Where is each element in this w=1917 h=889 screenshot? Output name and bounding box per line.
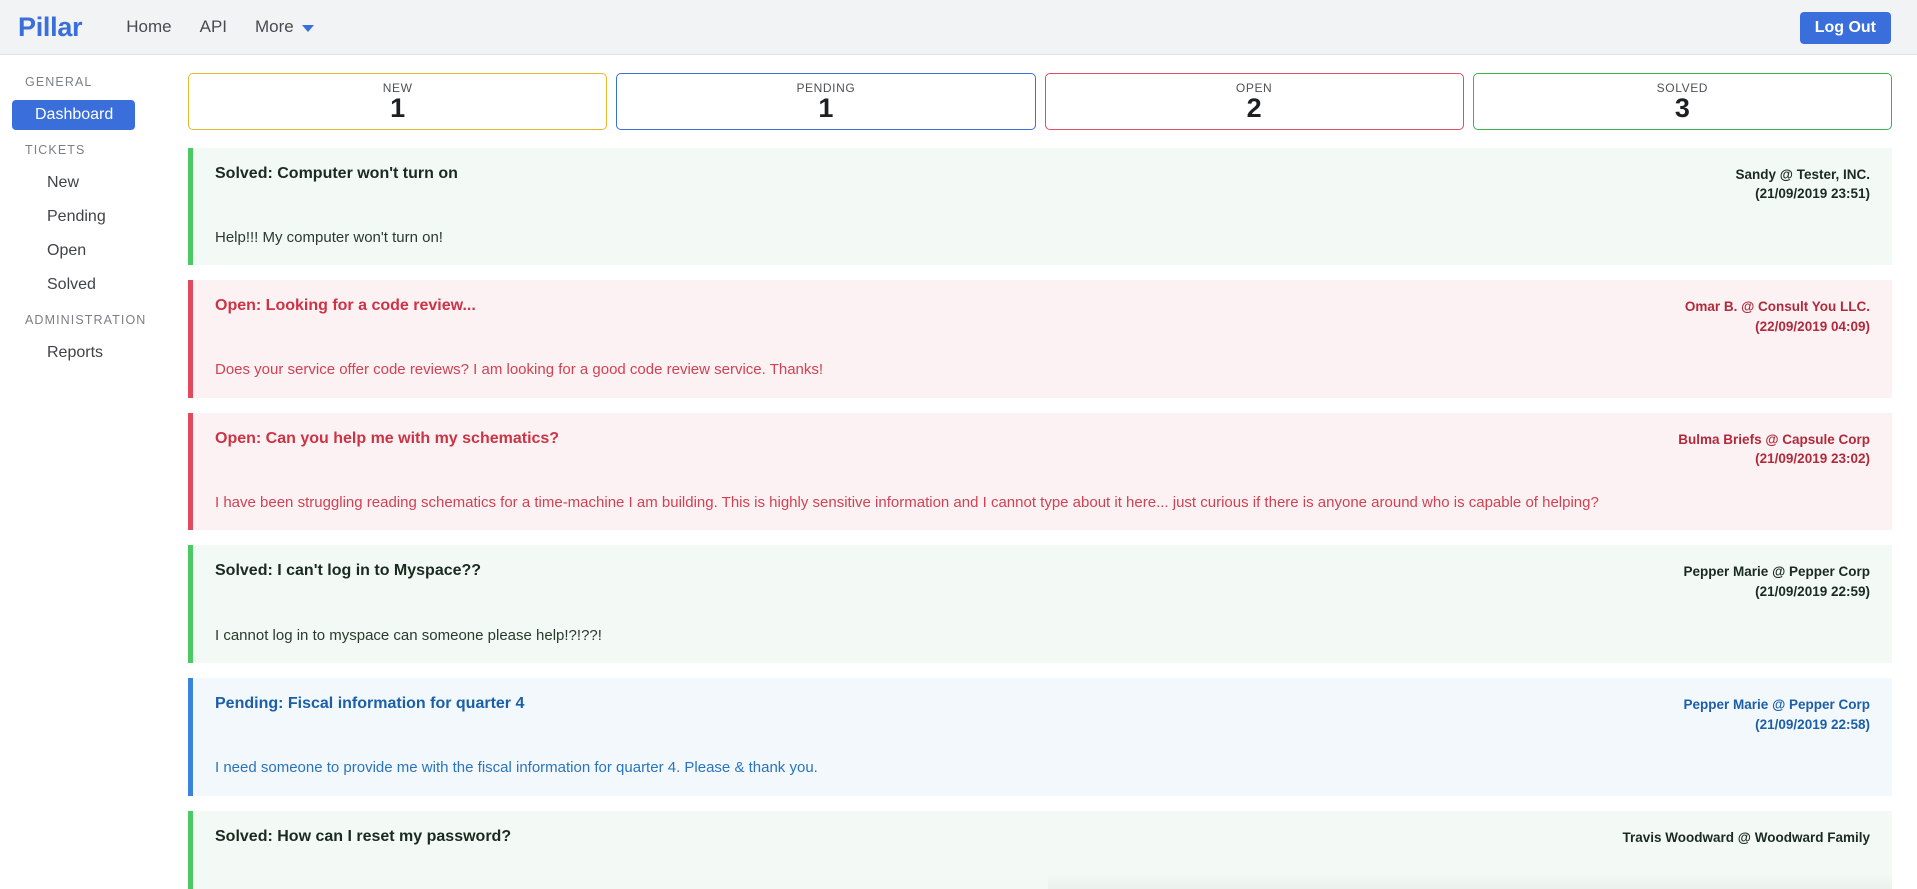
ticket-meta: Travis Woodward @ Woodward Family xyxy=(1623,827,1870,848)
ticket-body: Does your service offer code reviews? I … xyxy=(215,361,824,379)
chevron-down-icon xyxy=(301,24,314,32)
sidebar-item-pending[interactable]: Pending xyxy=(12,202,160,232)
ticket-card[interactable]: Solved: Computer won't turn on Sandy @ T… xyxy=(188,147,1892,266)
ticket-body: Help!!! My computer won't turn on! xyxy=(215,228,443,246)
ticket-header: Pending: Fiscal information for quarter … xyxy=(215,694,1870,734)
main-content: NEW 1 PENDING 1 OPEN 2 SOLVED 3 Solved: … xyxy=(188,55,1917,889)
ticket-meta: Sandy @ Tester, INC. (21/09/2019 23:51) xyxy=(1736,164,1870,204)
sidebar: GENERAL Dashboard TICKETS New Pending Op… xyxy=(0,55,188,889)
sidebar-group-administration: ADMINISTRATION Reports xyxy=(0,313,188,368)
ticket-title: Pending: Fiscal information for quarter … xyxy=(215,695,525,713)
ticket-date: (21/09/2019 23:51) xyxy=(1755,186,1870,202)
ticket-meta: Pepper Marie @ Pepper Corp (21/09/2019 2… xyxy=(1684,694,1870,734)
ticket-author: Sandy @ Tester, INC. xyxy=(1735,166,1870,182)
ticket-date: (21/09/2019 22:58) xyxy=(1755,716,1870,732)
ticket-header: Solved: I can't log in to Myspace?? Pepp… xyxy=(215,561,1870,601)
stat-card-open[interactable]: OPEN 2 xyxy=(1044,73,1464,130)
ticket-author: Bulma Briefs @ Capsule Corp xyxy=(1678,431,1870,447)
ticket-body: I cannot log in to myspace can someone p… xyxy=(215,626,602,644)
stat-card-pending-value: 1 xyxy=(818,93,834,124)
sidebar-group-tickets: TICKETS New Pending Open Solved xyxy=(0,143,188,300)
ticket-meta: Pepper Marie @ Pepper Corp (21/09/2019 2… xyxy=(1684,561,1870,601)
stat-card-new-value: 1 xyxy=(390,93,406,124)
ticket-list: Solved: Computer won't turn on Sandy @ T… xyxy=(188,147,1892,889)
stat-card-new[interactable]: NEW 1 xyxy=(188,73,608,130)
ticket-card[interactable]: Open: Looking for a code review... Omar … xyxy=(188,280,1892,398)
ticket-title: Open: Looking for a code review... xyxy=(215,297,476,315)
sidebar-item-open[interactable]: Open xyxy=(12,236,160,266)
nav-links: Home API More xyxy=(112,11,328,43)
ticket-body: I need someone to provide me with the fi… xyxy=(215,759,818,777)
ticket-header: Solved: Computer won't turn on Sandy @ T… xyxy=(215,164,1870,204)
ticket-header: Open: Looking for a code review... Omar … xyxy=(215,296,1870,336)
ticket-title: Solved: How can I reset my password? xyxy=(215,827,512,845)
nav-link-more[interactable]: More xyxy=(241,11,328,43)
sidebar-item-reports[interactable]: Reports xyxy=(12,338,160,368)
ticket-card[interactable]: Pending: Fiscal information for quarter … xyxy=(188,678,1892,796)
ticket-body: I have been struggling reading schematic… xyxy=(215,493,1599,511)
ticket-header: Open: Can you help me with my schematics… xyxy=(215,429,1870,469)
ticket-title: Open: Can you help me with my schematics… xyxy=(215,429,560,447)
ticket-date: (22/09/2019 04:09) xyxy=(1755,318,1870,334)
ticket-meta: Bulma Briefs @ Capsule Corp (21/09/2019 … xyxy=(1678,429,1870,469)
ticket-author: Pepper Marie @ Pepper Corp xyxy=(1683,697,1870,713)
stat-card-solved-value: 3 xyxy=(1674,93,1690,124)
nav-link-home[interactable]: Home xyxy=(112,11,185,43)
ticket-title: Solved: I can't log in to Myspace?? xyxy=(215,562,482,580)
ticket-date: (21/09/2019 23:02) xyxy=(1755,451,1870,467)
ticket-card[interactable]: Solved: I can't log in to Myspace?? Pepp… xyxy=(188,545,1892,664)
sidebar-item-dashboard[interactable]: Dashboard xyxy=(12,100,135,130)
sidebar-heading-general: GENERAL xyxy=(25,75,93,89)
stat-card-pending[interactable]: PENDING 1 xyxy=(616,73,1036,130)
sidebar-heading-administration: ADMINISTRATION xyxy=(25,313,147,327)
stat-card-solved[interactable]: SOLVED 3 xyxy=(1472,73,1892,130)
ticket-card[interactable]: Solved: How can I reset my password? Tra… xyxy=(188,810,1892,889)
ticket-author: Travis Woodward @ Woodward Family xyxy=(1622,829,1870,845)
top-navbar: Pillar Home API More Log Out xyxy=(0,0,1917,55)
ticket-date: (21/09/2019 22:59) xyxy=(1755,583,1870,599)
sidebar-item-solved[interactable]: Solved xyxy=(12,270,160,300)
sidebar-heading-tickets: TICKETS xyxy=(25,143,86,157)
brand-logo[interactable]: Pillar xyxy=(18,12,83,43)
ticket-title: Solved: Computer won't turn on xyxy=(215,164,458,182)
ticket-card[interactable]: Open: Can you help me with my schematics… xyxy=(188,412,1892,531)
page-layout: GENERAL Dashboard TICKETS New Pending Op… xyxy=(0,55,1917,889)
ticket-author: Omar B. @ Consult You LLC. xyxy=(1684,299,1870,315)
stat-card-open-value: 2 xyxy=(1246,93,1262,124)
status-summary-cards: NEW 1 PENDING 1 OPEN 2 SOLVED 3 xyxy=(188,73,1892,130)
ticket-header: Solved: How can I reset my password? Tra… xyxy=(215,827,1870,848)
log-out-button[interactable]: Log Out xyxy=(1799,12,1891,44)
sidebar-group-general: GENERAL Dashboard xyxy=(0,75,188,130)
ticket-author: Pepper Marie @ Pepper Corp xyxy=(1683,564,1870,580)
ticket-meta: Omar B. @ Consult You LLC. (22/09/2019 0… xyxy=(1685,296,1870,336)
sidebar-item-new[interactable]: New xyxy=(12,168,160,198)
nav-link-more-label: More xyxy=(255,17,294,36)
nav-link-api[interactable]: API xyxy=(186,11,241,43)
